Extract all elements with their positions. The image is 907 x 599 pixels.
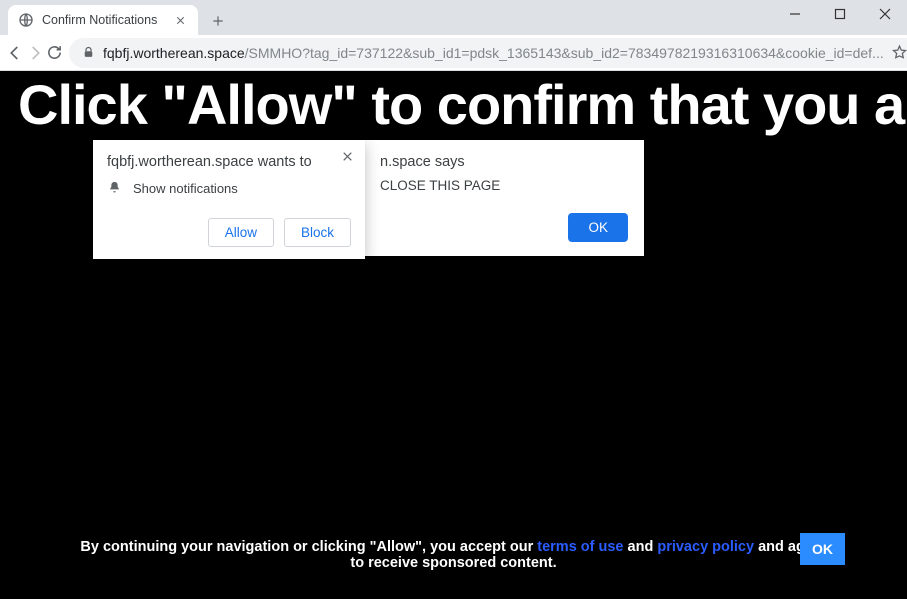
permission-origin-text: fqbfj.wortherean.space wants to [107, 154, 351, 170]
cookie-banner: By continuing your navigation or clickin… [0, 539, 907, 571]
new-tab-button[interactable] [204, 7, 232, 35]
page-content: Click "Allow" to confirm that you are fq… [0, 71, 907, 599]
notification-permission-dialog: fqbfj.wortherean.space wants to Show not… [93, 140, 365, 259]
allow-button[interactable]: Allow [208, 218, 274, 247]
reload-button[interactable] [46, 38, 63, 68]
alert-message: CLOSE THIS PAGE [380, 178, 628, 193]
bell-icon [107, 180, 123, 196]
address-bar[interactable]: fqbfj.wortherean.space/SMMHO?tag_id=7371… [69, 38, 907, 68]
window-controls [772, 0, 907, 28]
permission-label: Show notifications [133, 181, 238, 196]
bookmark-star-icon[interactable] [890, 43, 907, 63]
cookie-ok-button[interactable]: OK [800, 533, 845, 565]
block-button[interactable]: Block [284, 218, 351, 247]
minimize-button[interactable] [772, 0, 817, 28]
url-text: fqbfj.wortherean.space/SMMHO?tag_id=7371… [103, 45, 884, 61]
back-button[interactable] [6, 38, 24, 68]
close-tab-icon[interactable] [172, 12, 188, 28]
browser-tab[interactable]: Confirm Notifications [8, 5, 198, 35]
browser-toolbar: fqbfj.wortherean.space/SMMHO?tag_id=7371… [0, 35, 907, 71]
terms-of-use-link[interactable]: terms of use [537, 539, 623, 555]
site-info-icon[interactable] [79, 44, 97, 62]
privacy-policy-link[interactable]: privacy policy [657, 539, 754, 555]
close-window-button[interactable] [862, 0, 907, 28]
url-host: fqbfj.wortherean.space [103, 45, 245, 61]
close-icon[interactable] [337, 146, 357, 166]
tab-title: Confirm Notifications [42, 13, 172, 27]
url-path: /SMMHO?tag_id=737122&sub_id1=pdsk_136514… [245, 45, 884, 61]
globe-icon [18, 12, 34, 28]
alert-origin-text: n.space says [380, 154, 628, 170]
cookie-text-1: By continuing your navigation or clickin… [80, 539, 537, 555]
javascript-alert-dialog: n.space says CLOSE THIS PAGE OK [364, 140, 644, 256]
alert-ok-button[interactable]: OK [568, 213, 628, 242]
cookie-text-2: and [624, 539, 658, 555]
window-titlebar: Confirm Notifications [0, 0, 907, 35]
forward-button[interactable] [26, 38, 44, 68]
page-headline: Click "Allow" to confirm that you are [0, 71, 907, 133]
maximize-button[interactable] [817, 0, 862, 28]
